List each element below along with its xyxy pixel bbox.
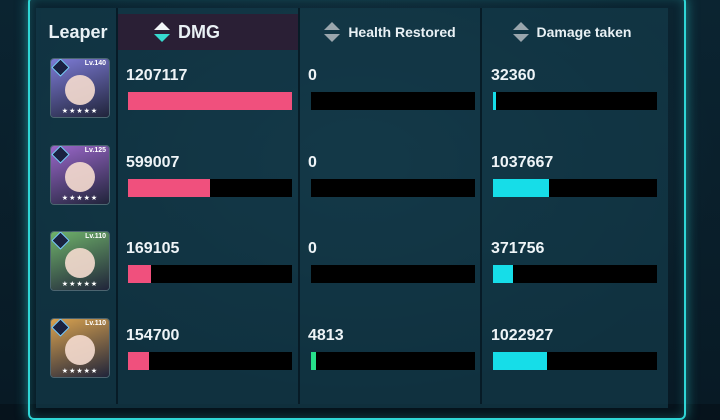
leaper-portrait[interactable]: Lv.110 ★★★★★: [50, 318, 110, 378]
level-label: Lv.110: [85, 233, 106, 240]
level-label: Lv.110: [85, 320, 106, 327]
damage-taken-bar: [493, 265, 657, 283]
header-damage-taken-sort[interactable]: Damage taken: [482, 14, 662, 50]
dmg-bar: [128, 179, 292, 197]
header-damage-taken-label: Damage taken: [536, 24, 632, 40]
dmg-value: 599007: [126, 154, 180, 171]
damage-taken-value: 1022927: [491, 327, 554, 344]
heal-bar: [311, 265, 475, 283]
header-health-restored-label: Health Restored: [348, 24, 456, 40]
header-health-restored-sort[interactable]: Health Restored: [300, 14, 480, 50]
heal-value: 0: [308, 240, 317, 257]
sort-icon: [512, 21, 529, 43]
table-row: Lv.125 ★★★★★ 599007 0 1037667: [0, 145, 720, 232]
dmg-bar: [128, 352, 292, 370]
dmg-value: 154700: [126, 327, 180, 344]
damage-taken-bar-fill: [493, 179, 549, 197]
heal-bar: [311, 92, 475, 110]
table-row: Lv.140 ★★★★★ 1207117 0 32360: [0, 58, 720, 145]
damage-taken-bar-fill: [493, 92, 497, 110]
header-leaper-label: Leaper: [48, 21, 108, 42]
stars-icon: ★★★★★: [61, 368, 99, 375]
dmg-value: 169105: [126, 240, 180, 257]
sort-icon: [324, 21, 341, 43]
heal-bar: [311, 179, 475, 197]
stars-icon: ★★★★★: [61, 195, 99, 202]
sort-icon: [154, 21, 170, 43]
damage-taken-bar: [493, 92, 657, 110]
heal-value: 4813: [308, 327, 344, 344]
dmg-value: 1207117: [126, 67, 188, 84]
character-face-icon: [65, 162, 95, 192]
character-face-icon: [65, 335, 95, 365]
dmg-bar: [128, 265, 292, 283]
leaper-portrait[interactable]: Lv.110 ★★★★★: [50, 231, 110, 291]
heal-value: 0: [308, 154, 317, 171]
dmg-bar: [128, 92, 292, 110]
dmg-bar-fill: [128, 265, 151, 283]
dmg-bar-fill: [128, 352, 150, 370]
damage-taken-value: 1037667: [491, 154, 554, 171]
damage-taken-bar: [493, 352, 657, 370]
heal-bar-fill: [311, 352, 316, 370]
damage-taken-bar-fill: [493, 352, 548, 370]
table-row: Lv.110 ★★★★★ 169105 0 371756: [0, 231, 720, 318]
dmg-bar-fill: [128, 92, 292, 110]
leaper-portrait[interactable]: Lv.125 ★★★★★: [50, 145, 110, 205]
table-row: Lv.110 ★★★★★ 154700 4813 1022927: [0, 318, 720, 405]
dmg-bar-fill: [128, 179, 210, 197]
header-dmg-sort[interactable]: DMG: [118, 14, 298, 50]
header-leaper: Leaper: [40, 14, 116, 50]
level-label: Lv.140: [84, 60, 106, 67]
character-face-icon: [65, 75, 95, 105]
damage-taken-value: 371756: [491, 240, 545, 257]
damage-taken-bar: [493, 179, 657, 197]
stars-icon: ★★★★★: [61, 108, 99, 115]
damage-taken-bar-fill: [493, 265, 513, 283]
character-face-icon: [65, 248, 95, 278]
level-label: Lv.125: [84, 147, 106, 154]
damage-taken-value: 32360: [491, 67, 536, 84]
header-dmg-label: DMG: [178, 21, 220, 42]
heal-value: 0: [308, 67, 317, 84]
leaper-portrait[interactable]: Lv.140 ★★★★★: [50, 58, 110, 118]
stars-icon: ★★★★★: [61, 281, 99, 288]
heal-bar: [311, 352, 475, 370]
